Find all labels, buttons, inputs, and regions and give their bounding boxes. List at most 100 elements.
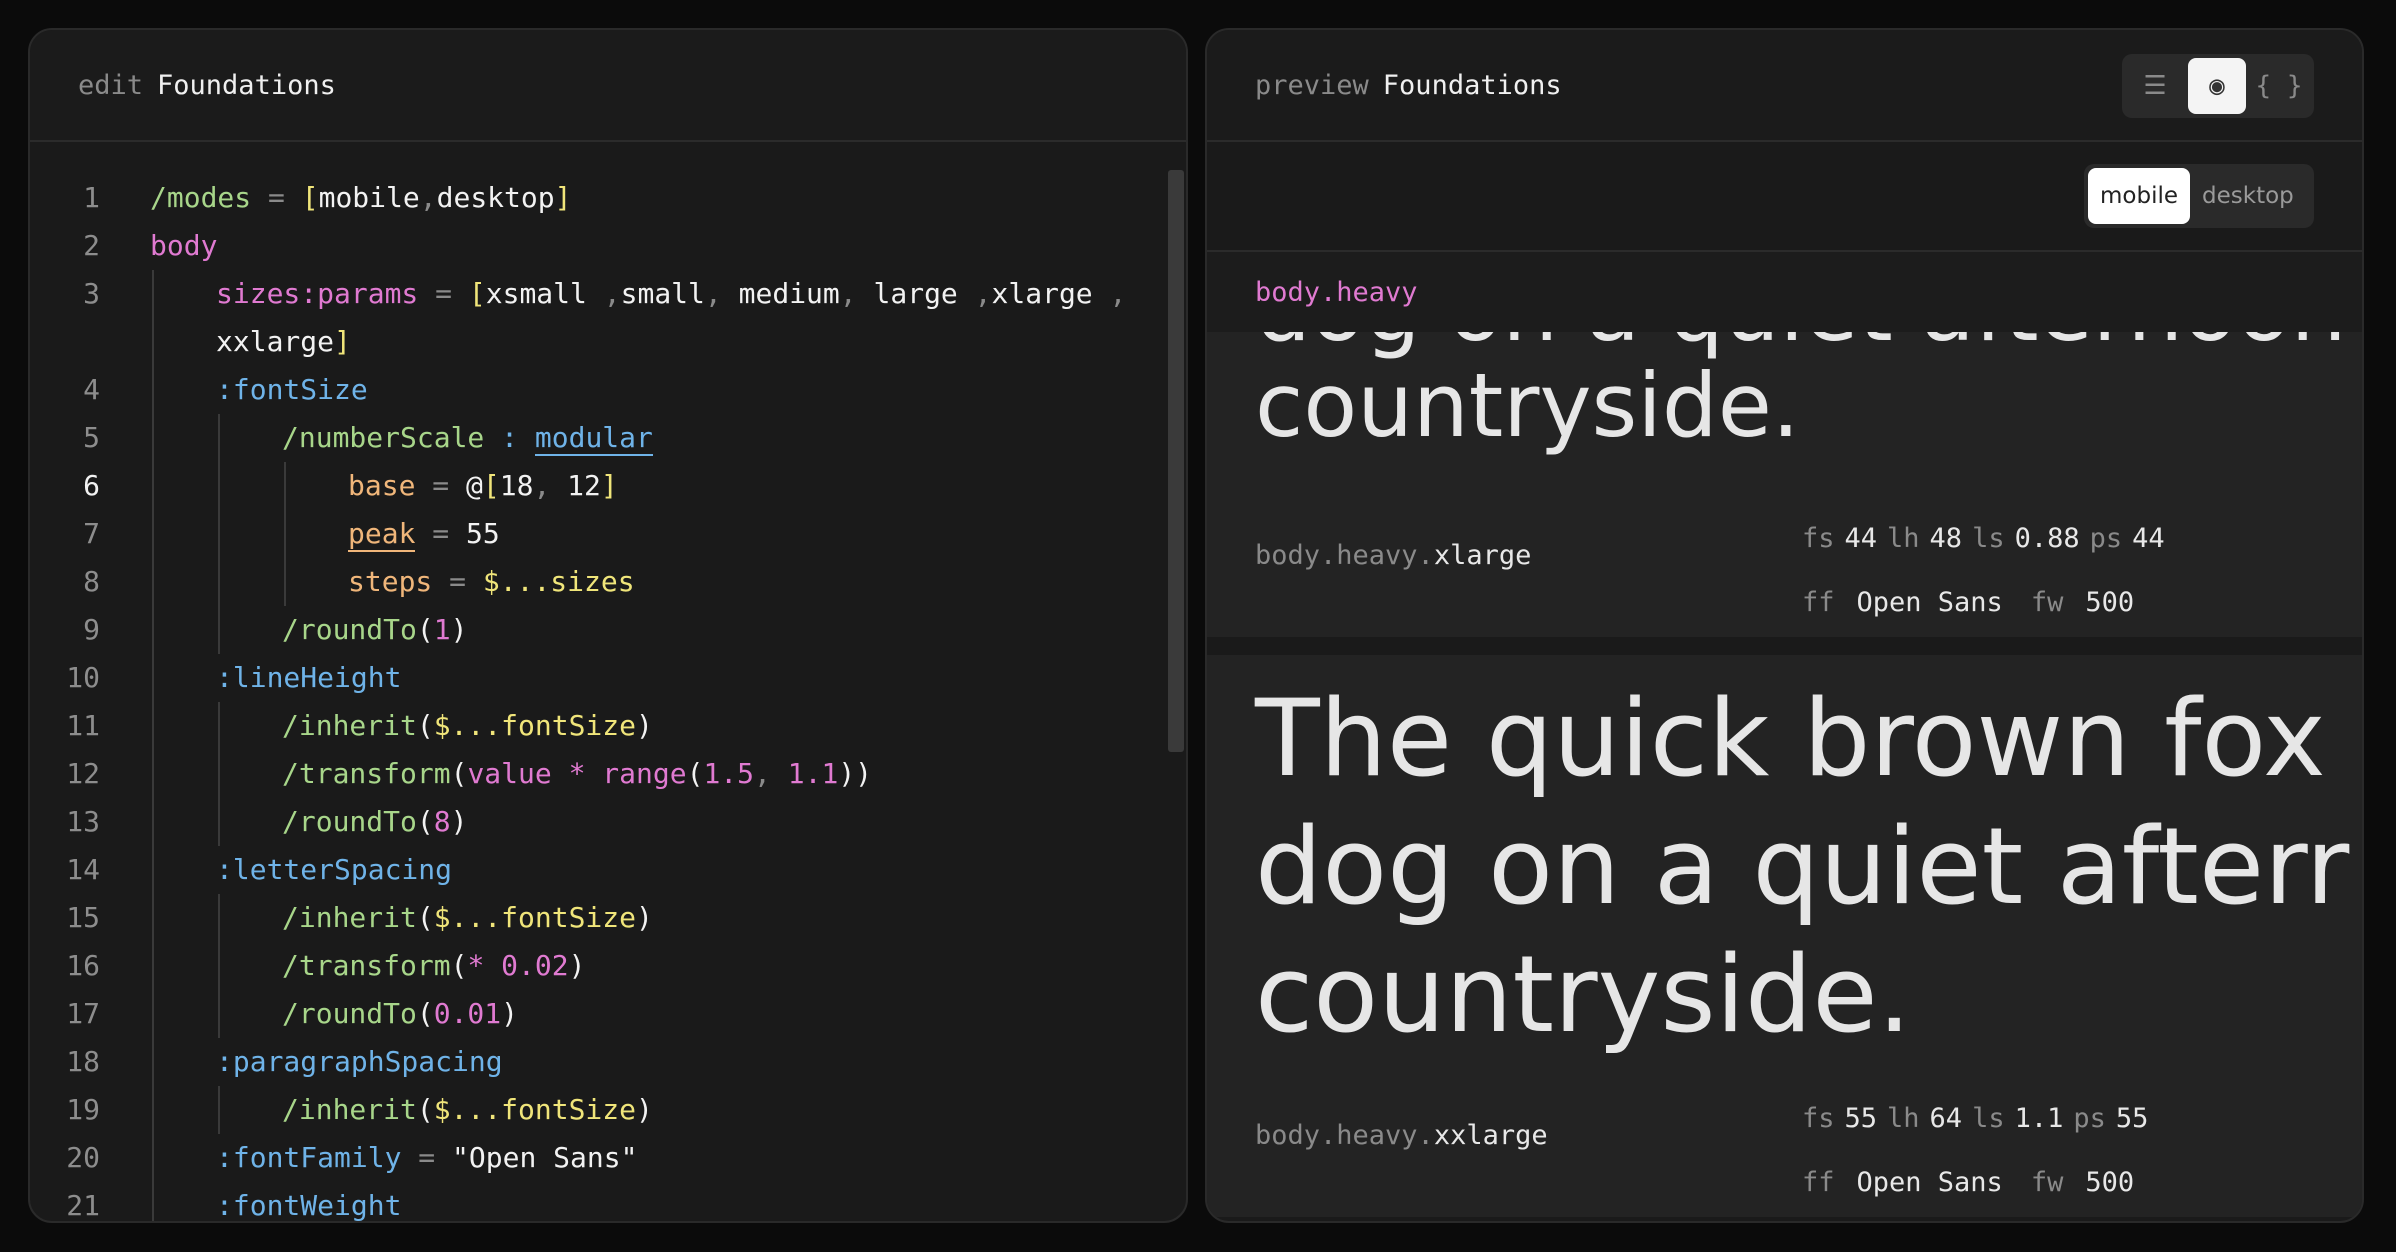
code-text: body — [150, 222, 217, 270]
code-token: ) — [450, 613, 468, 646]
type-sample: dog on a quiet afternoon countryside. — [1255, 332, 2347, 457]
code-token: mobile — [318, 181, 420, 214]
spec-row: fs 44 lh 48 ls 0.88 ps 44 — [1802, 507, 2175, 571]
indent-guide — [152, 606, 154, 654]
code-line[interactable]: 12/transform(value * range(1.5, 1.1)) — [30, 750, 1186, 798]
code-line[interactable]: 4:fontSize — [30, 366, 1186, 414]
code-token: , — [974, 277, 992, 310]
code-line[interactable]: 3 sizes:params = [xsmall ,small, medium, … — [30, 270, 1186, 318]
code-line[interactable]: 16/transform(* 0.02) — [30, 942, 1186, 990]
token-size: xlarge — [1433, 540, 1532, 571]
code-token: ( — [450, 757, 468, 790]
code-line[interactable]: 1/modes = [mobile,desktop] — [30, 174, 1186, 222]
line-number: 17 — [66, 997, 100, 1030]
indent-guide — [218, 1086, 220, 1134]
code-text: steps = $...sizes — [150, 558, 635, 606]
code-editor[interactable]: 1/modes = [mobile,desktop] 2 body 3 sizes:pa… — [30, 142, 1186, 1222]
editor-panel: edit Foundations 1/modes = [mobile,deskt… — [28, 28, 1188, 1223]
line-number: 18 — [66, 1045, 100, 1078]
code-text: /modes = [mobile,desktop] — [150, 174, 571, 222]
line-number: 7 — [83, 517, 100, 550]
code-token: 0.01 — [433, 997, 502, 1030]
indent-guide — [218, 414, 220, 462]
editor-scrollbar[interactable] — [1168, 170, 1184, 752]
code-line[interactable]: 2 body — [30, 222, 1186, 270]
code-line[interactable]: 7 peak = 55 — [30, 510, 1186, 558]
code-text: :fontFamily = "Open Sans" — [150, 1134, 637, 1182]
code-token: 1.5 — [703, 757, 755, 790]
line-number: 1 — [83, 181, 100, 214]
spec-value-ls: 1.1 — [2014, 1103, 2064, 1134]
code-line[interactable]: 18 :paragraphSpacing — [30, 1038, 1186, 1086]
spec-value-ls: 0.88 — [2014, 523, 2080, 554]
spec-key-ff: ff — [1802, 587, 1835, 618]
code-token: = — [418, 277, 469, 310]
indent-guide — [152, 654, 154, 702]
code-token: , — [533, 469, 568, 502]
code-text: /inherit($...fontSize) — [150, 894, 653, 942]
code-line[interactable]: 17/roundTo(0.01) — [30, 990, 1186, 1038]
token-specs: fs 55 lh 64 ls 1.1 ps 55 ff Open Sans fw 500 — [1802, 1087, 2162, 1215]
indent-guide — [152, 750, 154, 798]
view-eye-button[interactable]: ◉ — [2188, 58, 2246, 114]
list-icon: ☰ — [2143, 71, 2167, 101]
code-token: /roundTo — [282, 613, 417, 646]
token-prefix: body.heavy. — [1255, 540, 1434, 571]
code-text: /transform(value * range(1.5, 1.1)) — [150, 750, 872, 798]
indent-guide — [152, 558, 154, 606]
code-line[interactable]: 10:lineHeight — [30, 654, 1186, 702]
indent-guide — [152, 798, 154, 846]
code-line[interactable]: 6 base = @[18, 12] — [30, 462, 1186, 510]
code-line[interactable]: 21:fontWeight — [30, 1182, 1186, 1222]
line-number: 6 — [83, 469, 100, 502]
mode-mobile-button[interactable]: mobile — [2088, 168, 2191, 224]
code-text: peak = 55 — [150, 510, 500, 558]
code-line[interactable]: 8 steps = $...sizes — [30, 558, 1186, 606]
code-token: :fontWeight — [216, 1189, 402, 1222]
indent-guide — [152, 1134, 154, 1182]
code-token: $...fontSize — [433, 709, 637, 742]
spec-value-ps: 55 — [2115, 1103, 2149, 1134]
indent-guide — [152, 894, 154, 942]
code-line[interactable]: 5/numberScale : modular — [30, 414, 1186, 462]
mode-desktop-button[interactable]: desktop — [2190, 168, 2306, 224]
code-token: "Open Sans" — [452, 1141, 638, 1174]
view-braces-button[interactable]: { } — [2250, 58, 2308, 114]
code-line[interactable]: 20:fontFamily = "Open Sans" — [30, 1134, 1186, 1182]
code-token: , — [603, 277, 621, 310]
code-token: /inherit — [282, 709, 417, 742]
line-number: 3 — [83, 277, 100, 310]
code-token: /roundTo — [282, 805, 417, 838]
code-token: 18 — [499, 469, 534, 502]
code-line[interactable]: xxlarge] — [30, 318, 1186, 366]
indent-guide — [284, 558, 286, 606]
code-token: medium — [738, 277, 840, 310]
code-token: :paragraphSpacing — [216, 1045, 503, 1078]
code-text: /inherit($...fontSize) — [150, 1086, 653, 1134]
code-text: /roundTo(1) — [150, 606, 467, 654]
view-toggle: ☰ ◉ { } — [2122, 54, 2314, 118]
token-size: xxlarge — [1433, 1120, 1548, 1151]
code-line[interactable]: 13/roundTo(8) — [30, 798, 1186, 846]
indent-guide — [152, 414, 154, 462]
code-line[interactable]: 14:letterSpacing — [30, 846, 1186, 894]
line-number: 12 — [66, 757, 100, 790]
token-name: body.heavy.xxlarge — [1255, 1120, 1548, 1151]
code-token: ( — [450, 949, 468, 982]
indent-guide — [218, 990, 220, 1038]
view-list-button[interactable]: ☰ — [2126, 58, 2184, 114]
code-line[interactable]: 15/inherit($...fontSize) — [30, 894, 1186, 942]
code-token: = — [415, 517, 467, 550]
code-line[interactable]: 9/roundTo(1) — [30, 606, 1186, 654]
code-line[interactable]: 19/inherit($...fontSize) — [30, 1086, 1186, 1134]
line-number: 19 — [66, 1093, 100, 1126]
preview-title: Foundations — [1382, 69, 1562, 101]
code-token: ( — [416, 901, 434, 934]
code-token: value * range — [467, 757, 687, 790]
code-token: 12 — [567, 469, 601, 502]
code-line[interactable]: 11/inherit($...fontSize) — [30, 702, 1186, 750]
code-token: = — [415, 469, 467, 502]
code-token: ( — [416, 1093, 434, 1126]
code-token: = — [432, 565, 483, 598]
spec-key-lh: lh — [1887, 1103, 1920, 1134]
